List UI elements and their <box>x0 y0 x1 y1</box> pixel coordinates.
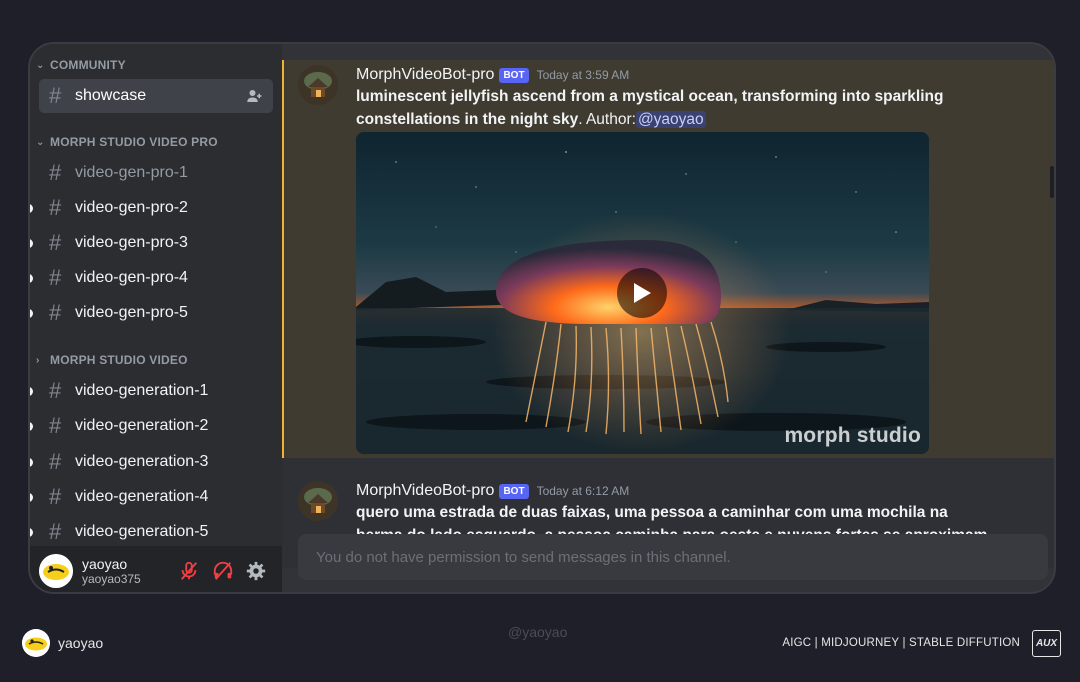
play-button[interactable] <box>617 268 667 318</box>
author-name[interactable]: MorphVideoBot-pro <box>356 66 494 84</box>
message-header: MorphVideoBot-pro BOT Today at 6:12 AM <box>356 482 629 500</box>
username: yaoyao375 <box>82 572 141 586</box>
footer-tags: AIGC | MIDJOURNEY | STABLE DIFFUTION <box>782 637 1020 649</box>
channel-sidebar: ⌄ COMMUNITY # showcase ⌄ MORPH STUDIO VI… <box>30 44 282 592</box>
discord-window: ⌄ COMMUNITY # showcase ⌄ MORPH STUDIO VI… <box>28 42 1056 594</box>
channel-label: video-gen-pro-1 <box>75 164 188 181</box>
prompt-text: quero uma estrada de duas faixas, uma pe… <box>356 504 988 536</box>
category-community[interactable]: ⌄ COMMUNITY <box>36 57 126 73</box>
chevron-down-icon: ⌄ <box>36 136 45 148</box>
channel-label: video-generation-3 <box>75 453 209 470</box>
category-morph-studio-video-pro[interactable]: ⌄ MORPH STUDIO VIDEO PRO <box>36 134 218 150</box>
hashtag-icon: # <box>49 519 62 544</box>
unread-indicator <box>30 528 33 537</box>
unread-indicator <box>30 274 33 283</box>
channel-label: video-gen-pro-3 <box>75 234 188 251</box>
channel-label: video-generation-1 <box>75 382 209 399</box>
channel-list[interactable]: ⌄ COMMUNITY # showcase ⌄ MORPH STUDIO VI… <box>30 44 282 548</box>
bot-avatar[interactable] <box>298 481 338 521</box>
channel-video-gen-pro-4[interactable]: # video-gen-pro-4 <box>39 261 273 295</box>
add-member-icon[interactable] <box>245 87 263 105</box>
headphones-deafened-icon[interactable] <box>212 560 234 582</box>
channel-label: showcase <box>75 87 147 104</box>
channel-label: video-generation-2 <box>75 417 209 434</box>
channel-video-generation-1[interactable]: # video-generation-1 <box>39 374 273 408</box>
hashtag-icon: # <box>49 300 62 325</box>
message-content: quero uma estrada de duas faixas, uma pe… <box>356 501 996 536</box>
hashtag-icon: # <box>49 83 62 108</box>
display-name: yaoyao <box>82 556 128 572</box>
channel-video-generation-4[interactable]: # video-generation-4 <box>39 480 273 514</box>
video-watermark: morph studio <box>784 424 921 447</box>
chevron-down-icon: ⌄ <box>36 59 45 71</box>
video-attachment[interactable]: morph studio <box>356 132 929 454</box>
user-names[interactable]: yaoyao yaoyao375 <box>82 556 141 586</box>
hashtag-icon: # <box>49 413 62 438</box>
hashtag-icon: # <box>49 449 62 474</box>
channel-label: video-gen-pro-5 <box>75 304 188 321</box>
hashtag-icon: # <box>49 484 62 509</box>
gear-icon[interactable] <box>245 560 267 582</box>
hashtag-icon: # <box>49 230 62 255</box>
channel-label: video-gen-pro-4 <box>75 269 188 286</box>
channel-label: video-gen-pro-2 <box>75 199 188 216</box>
user-mention[interactable]: @yaoyao <box>635 111 706 128</box>
chat-area: MorphVideoBot-pro BOT Today at 3:59 AM l… <box>282 44 1054 592</box>
aux-logo: AUX <box>1032 630 1061 657</box>
category-morph-studio-video[interactable]: › MORPH STUDIO VIDEO <box>36 352 188 368</box>
channel-label: video-generation-4 <box>75 488 209 505</box>
bot-badge: BOT <box>499 67 529 83</box>
channel-video-gen-pro-2[interactable]: # video-gen-pro-2 <box>39 191 273 225</box>
message-header: MorphVideoBot-pro BOT Today at 3:59 AM <box>356 66 629 84</box>
chevron-right-icon: › <box>36 354 40 366</box>
channel-video-gen-pro-1[interactable]: # video-gen-pro-1 <box>39 156 273 190</box>
avatar[interactable] <box>39 554 73 588</box>
composer-placeholder: You do not have permission to send messa… <box>316 548 731 566</box>
message-content: luminescent jellyfish ascend from a myst… <box>356 85 976 131</box>
unread-indicator <box>30 493 33 502</box>
unread-indicator <box>30 239 33 248</box>
play-icon <box>634 283 651 303</box>
channel-label: video-generation-5 <box>75 523 209 540</box>
hashtag-icon: # <box>49 265 62 290</box>
channel-video-gen-pro-3[interactable]: # video-gen-pro-3 <box>39 226 273 260</box>
mic-muted-icon[interactable] <box>178 560 200 582</box>
unread-indicator <box>30 387 33 396</box>
timestamp: Today at 3:59 AM <box>536 68 630 82</box>
unread-indicator <box>30 309 33 318</box>
bot-avatar[interactable] <box>298 65 338 105</box>
author-label: . Author: <box>578 111 636 128</box>
unread-indicator <box>30 204 33 213</box>
channel-video-generation-3[interactable]: # video-generation-3 <box>39 445 273 479</box>
timestamp: Today at 6:12 AM <box>536 484 630 498</box>
hashtag-icon: # <box>49 195 62 220</box>
footer-avatar <box>22 629 50 657</box>
user-panel: yaoyao yaoyao375 <box>30 546 282 592</box>
message-input[interactable]: You do not have permission to send messa… <box>298 534 1048 580</box>
channel-showcase[interactable]: # showcase <box>39 79 273 113</box>
bot-badge: BOT <box>499 483 529 499</box>
scrollbar[interactable] <box>1050 166 1054 198</box>
credit-watermark: @yaoyao <box>508 624 568 640</box>
author-name[interactable]: MorphVideoBot-pro <box>356 482 494 500</box>
hashtag-icon: # <box>49 160 62 185</box>
hashtag-icon: # <box>49 378 62 403</box>
unread-indicator <box>30 422 33 431</box>
channel-video-gen-pro-5[interactable]: # video-gen-pro-5 <box>39 296 273 330</box>
unread-indicator <box>30 458 33 467</box>
footer-name: yaoyao <box>58 635 104 651</box>
channel-video-generation-5[interactable]: # video-generation-5 <box>39 515 273 548</box>
channel-video-generation-2[interactable]: # video-generation-2 <box>39 409 273 443</box>
